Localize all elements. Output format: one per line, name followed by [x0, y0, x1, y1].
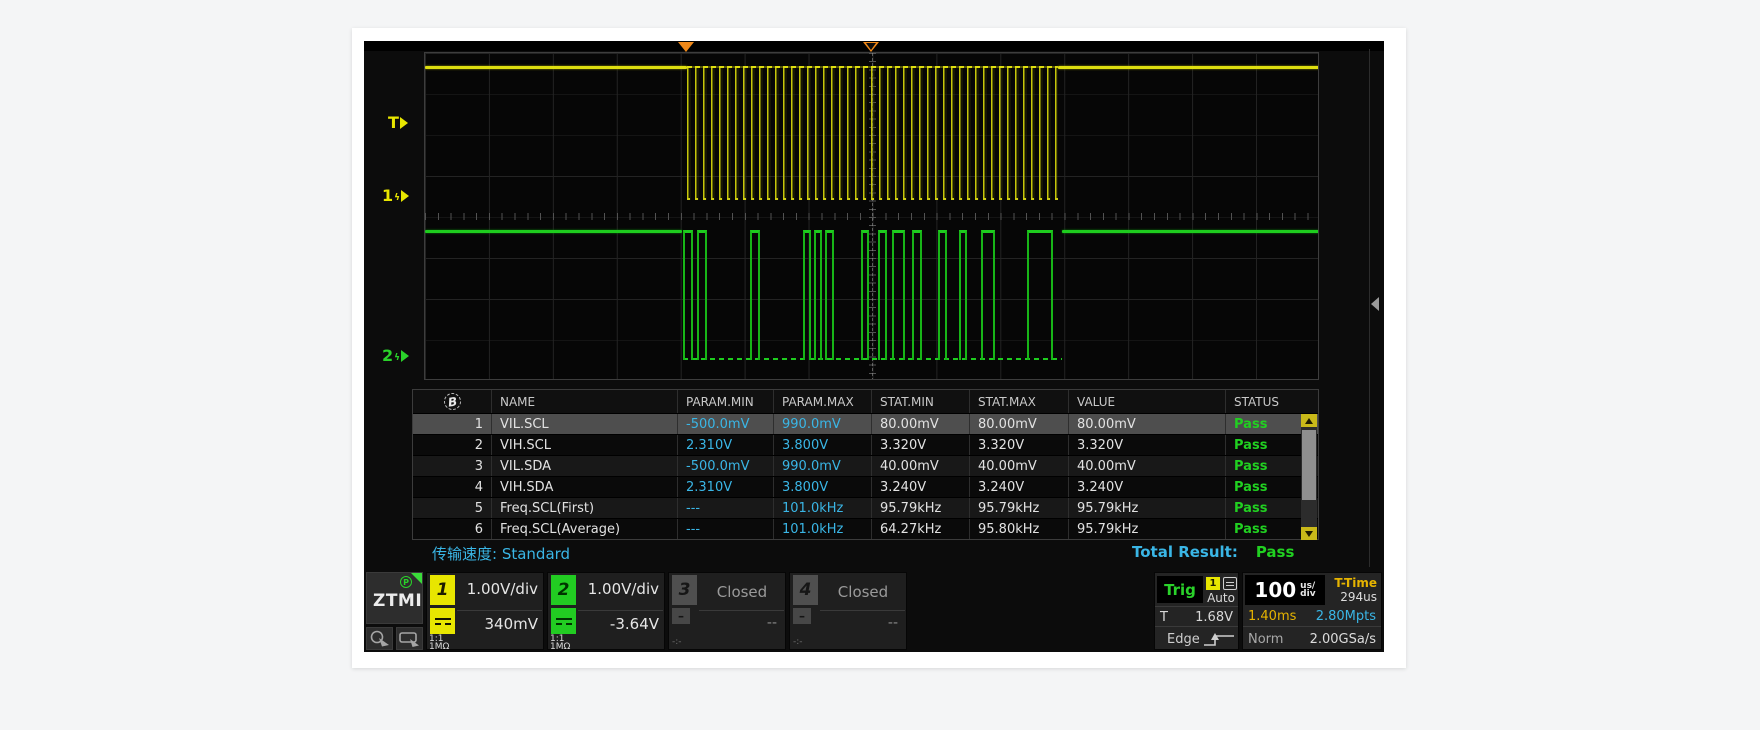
table-row[interactable]: 5Freq.SCL(First) ---101.0kHz 95.79kHz95.…: [413, 497, 1318, 518]
sweep-mode: Norm: [1248, 632, 1283, 647]
t-time-value: 294us: [1340, 590, 1377, 604]
channel-1-badge[interactable]: 1: [430, 575, 455, 605]
rising-edge-icon: [1202, 632, 1236, 648]
measurement-table: B NAME PARAM.MIN PARAM.MAX STAT.MIN STAT…: [412, 389, 1319, 540]
right-arrow-icon: [401, 190, 409, 202]
corner-flag-icon: [411, 573, 422, 584]
channel-4-state: Closed: [820, 583, 906, 601]
edge-glyph-icon: ϟ: [394, 193, 400, 203]
right-arrow-icon: [400, 117, 408, 129]
table-row[interactable]: 3VIL.SDA -500.0mV990.0mV 40.00mV40.00mV …: [413, 455, 1318, 476]
trigger-source-badge: 1: [1206, 577, 1220, 590]
ch2-trace-high-right: [1062, 230, 1319, 233]
table-row[interactable]: 4VIH.SDA 2.310V3.800V 3.240V3.240V 3.240…: [413, 476, 1318, 497]
channel-2-badge[interactable]: 2: [551, 575, 576, 605]
trigger-coupling-icon: [1223, 577, 1237, 590]
table-scrollbar[interactable]: [1301, 414, 1317, 540]
brand-logo: ZTMI P: [366, 572, 423, 624]
transfer-speed-label: 传输速度: Standard: [432, 543, 570, 564]
scroll-up-button[interactable]: [1301, 414, 1317, 427]
channel-4-probe: -:-: [793, 637, 803, 647]
channel-4-offset: --: [888, 615, 898, 631]
trigger-type: Edge: [1167, 632, 1200, 647]
channel-2-offset: -3.64V: [610, 615, 659, 633]
channel-1-offset: 340mV: [484, 615, 538, 633]
trigger-delay-marker[interactable]: [678, 42, 694, 52]
trigger-status-block[interactable]: Trig 1 Auto T 1.68V Edge: [1154, 572, 1239, 650]
sidebar-divider: [1369, 49, 1370, 567]
table-row[interactable]: 2VIH.SCL 2.310V3.800V 3.320V3.320V 3.320…: [413, 434, 1318, 455]
chevron-down-icon: [1305, 531, 1313, 537]
timebase-display: 100 us/div: [1245, 575, 1325, 605]
edge-glyph-icon: ϟ: [394, 353, 400, 363]
scope-screen: T 1ϟ 2ϟ B NAME PARAM.MIN PARAM.MAX STAT.…: [364, 41, 1384, 652]
drag-gesture-icon: [398, 629, 422, 649]
trigger-position-marker[interactable]: [863, 42, 879, 52]
channel-1-coupling-icon[interactable]: [430, 608, 455, 634]
channel-1-block[interactable]: 1 1:11MΩ 1.00V/div 340mV: [426, 572, 544, 650]
channel-4-badge[interactable]: 4: [793, 575, 818, 605]
memory-depth: 2.80Mpts: [1316, 609, 1376, 624]
trigger-level-label: T: [1160, 610, 1168, 625]
sda-pulses: [425, 53, 1319, 380]
channel-4-minus-icon: –: [793, 608, 811, 624]
table-row[interactable]: 1VIL.SCL -500.0mV990.0mV 80.00mV80.00mV …: [413, 413, 1318, 434]
channel-3-badge[interactable]: 3: [672, 575, 697, 605]
touch-drag-button[interactable]: [396, 627, 423, 650]
collapse-panel-arrow[interactable]: [1371, 297, 1379, 311]
scroll-down-button[interactable]: [1301, 527, 1317, 540]
channel-1-scale: 1.00V/div: [467, 580, 538, 598]
touch-tap-button[interactable]: [366, 627, 393, 650]
channel-3-offset: --: [767, 615, 777, 631]
scrollbar-thumb[interactable]: [1302, 430, 1316, 500]
channel-3-state: Closed: [699, 583, 785, 601]
tap-gesture-icon: [368, 629, 392, 649]
oscilloscope-window: T 1ϟ 2ϟ B NAME PARAM.MIN PARAM.MAX STAT.…: [352, 28, 1406, 668]
channel-1-probe: 1:11MΩ: [429, 635, 449, 651]
capture-window: 1.40ms: [1248, 609, 1296, 624]
chevron-up-icon: [1305, 418, 1313, 424]
channel-4-block[interactable]: 4 – Closed -- -:-: [789, 572, 907, 650]
sample-rate: 2.00GSa/s: [1310, 632, 1376, 647]
right-arrow-icon: [401, 350, 409, 362]
timebase-block[interactable]: 100 us/div T-Time 294us 1.40ms 2.80Mpts …: [1242, 572, 1382, 650]
channel-2-probe: 1:11MΩ: [550, 635, 570, 651]
bus-icon: B: [442, 392, 461, 411]
channel-3-probe: -:-: [672, 637, 682, 647]
trig-indicator: Trig: [1157, 576, 1203, 603]
channel-3-block[interactable]: 3 – Closed -- -:-: [668, 572, 786, 650]
channel-3-minus-icon: –: [672, 608, 690, 624]
waveform-grid: [424, 52, 1319, 380]
trigger-level-value: 1.68V: [1195, 610, 1233, 625]
ch1-ground-marker[interactable]: 1ϟ: [382, 186, 409, 205]
table-row[interactable]: 6Freq.SCL(Average) ---101.0kHz 64.27kHz9…: [413, 518, 1318, 539]
total-result: Total Result:Pass: [1132, 543, 1294, 561]
trigger-mode: Auto: [1203, 591, 1239, 605]
table-header-row: B NAME PARAM.MIN PARAM.MAX STAT.MIN STAT…: [413, 390, 1318, 413]
channel-2-scale: 1.00V/div: [588, 580, 659, 598]
trigger-level-marker[interactable]: T: [388, 113, 408, 132]
channel-2-block[interactable]: 2 1:11MΩ 1.00V/div -3.64V: [547, 572, 665, 650]
t-time-label: T-Time: [1334, 576, 1377, 590]
channel-2-coupling-icon[interactable]: [551, 608, 576, 634]
ch2-ground-marker[interactable]: 2ϟ: [382, 346, 409, 365]
